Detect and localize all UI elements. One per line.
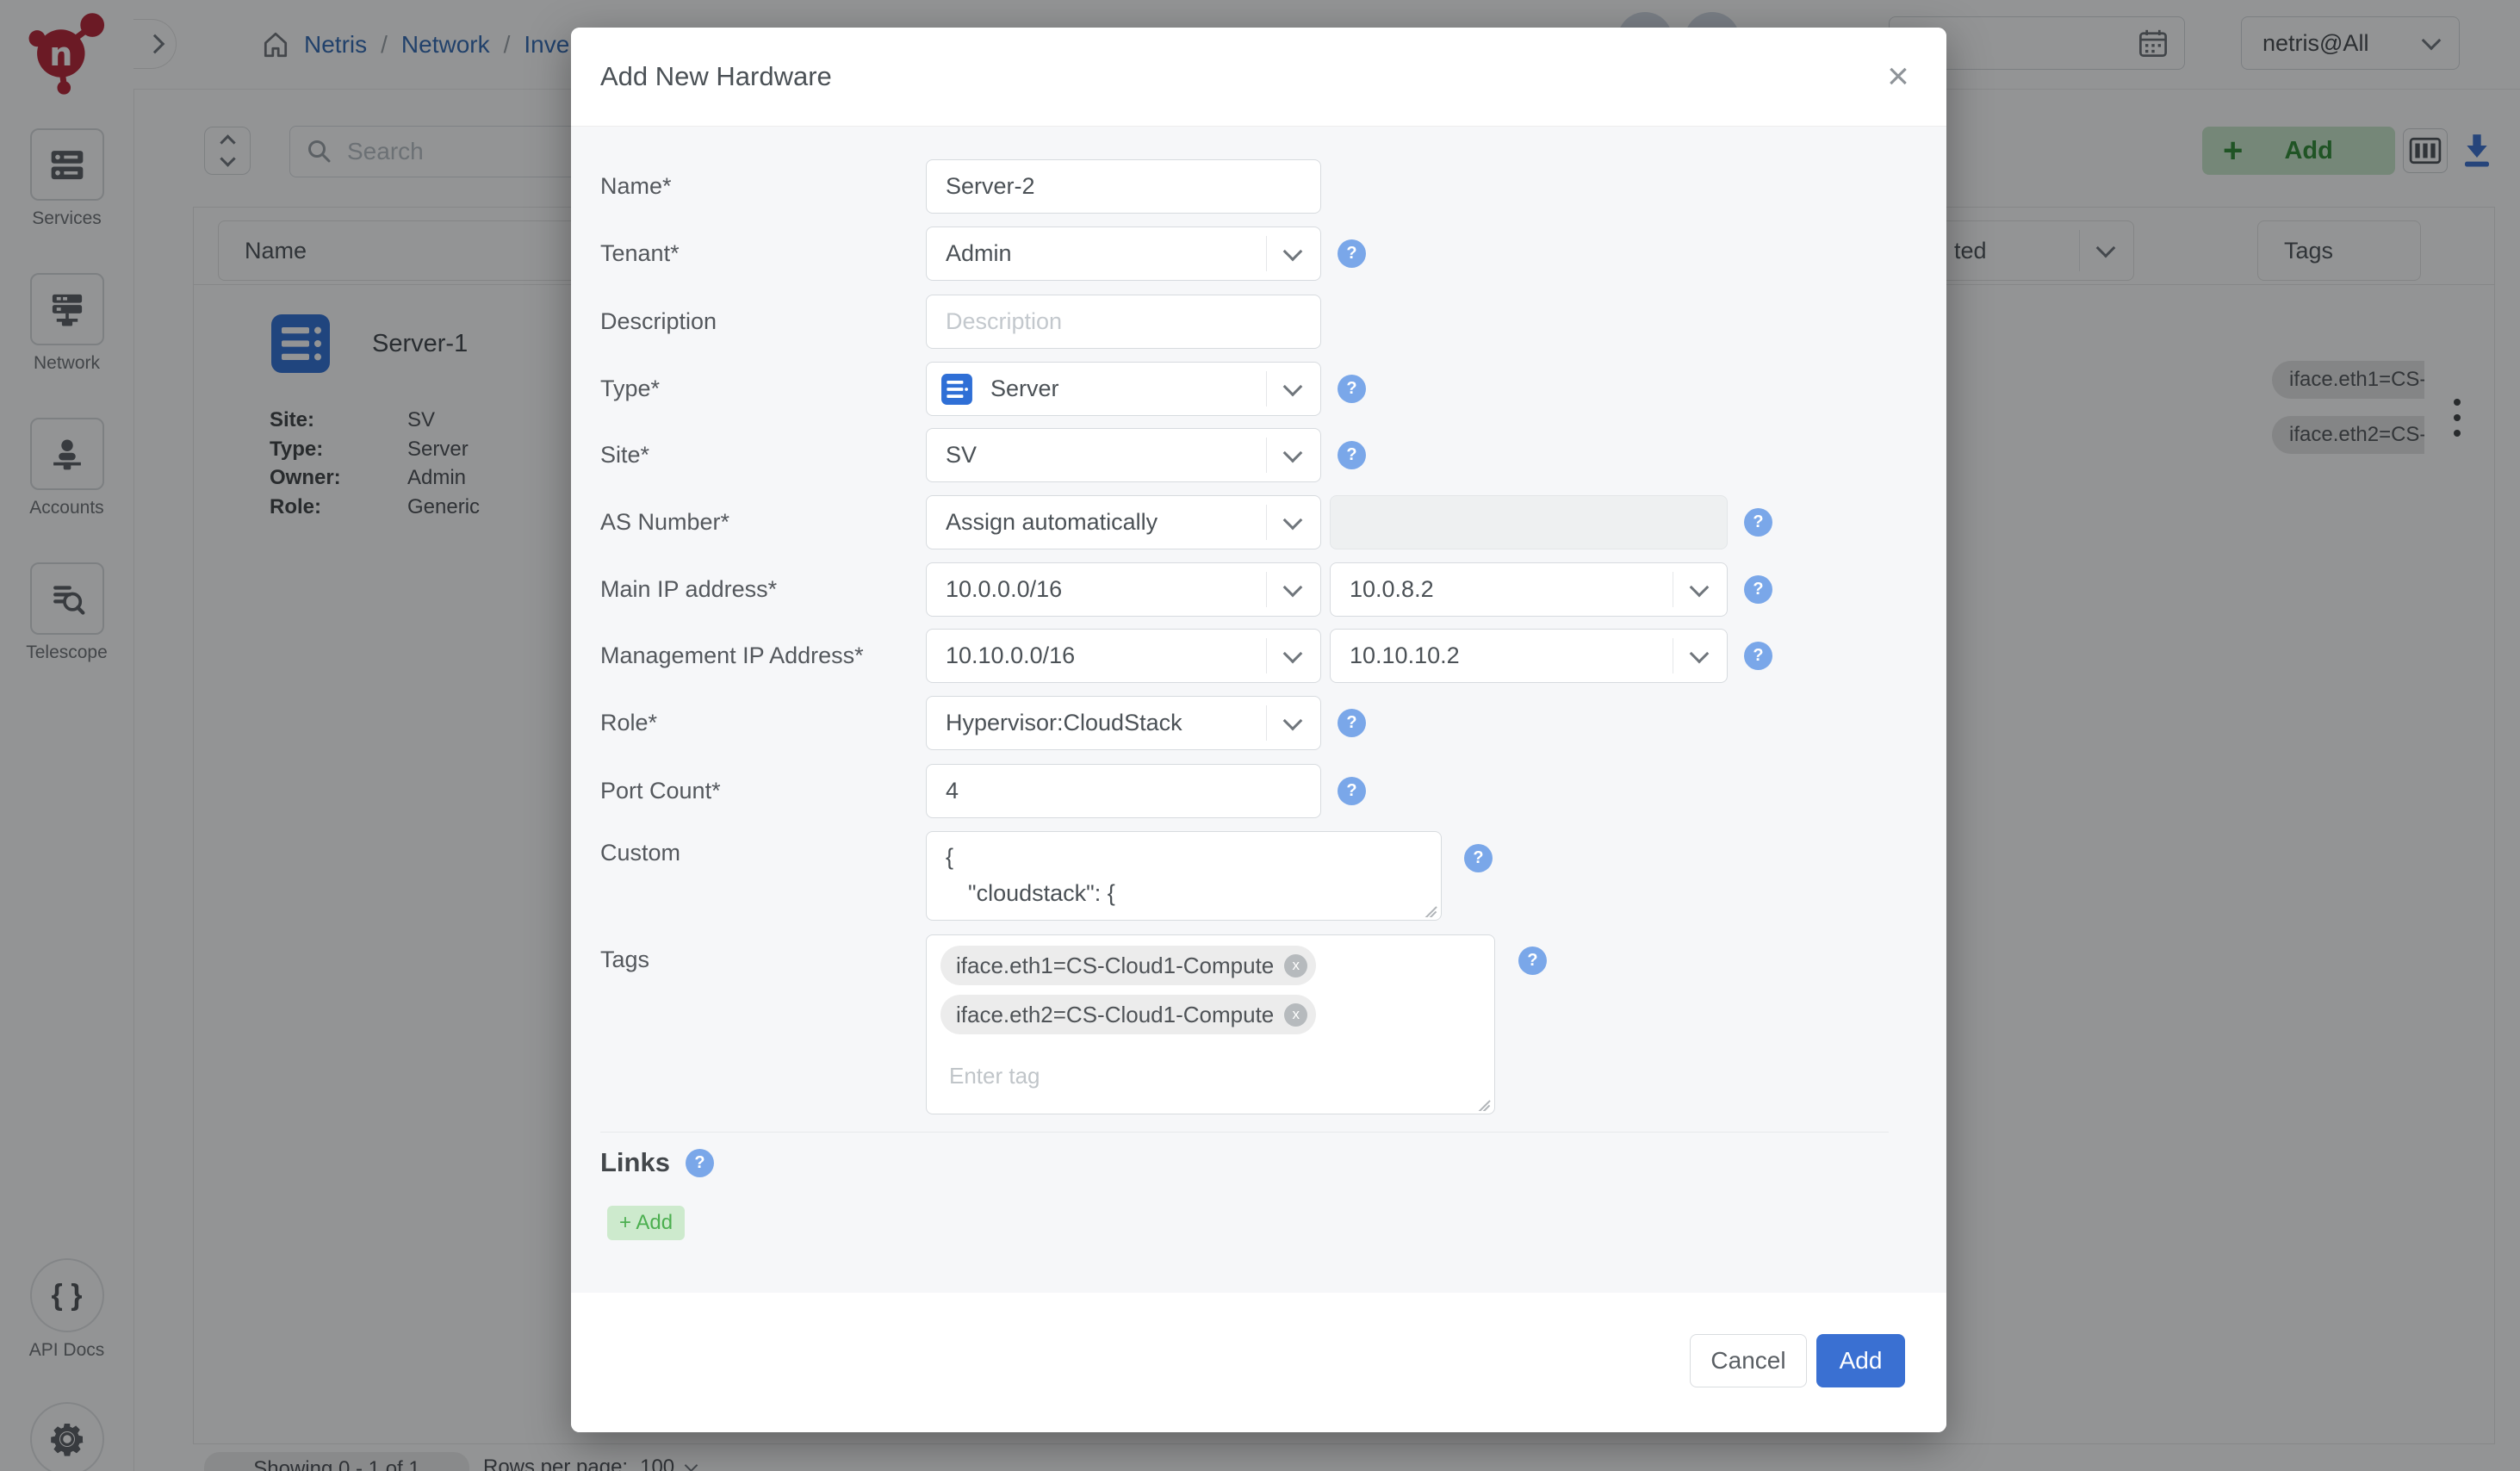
main-ip-address-select[interactable]: 10.0.8.2 [1330,562,1728,617]
field-row-as-number: AS Number* Assign automatically ? [600,495,1772,549]
field-label: Custom [600,840,926,866]
add-hardware-modal: Add New Hardware × Name* Tenant* Admin ?… [571,28,1946,1432]
role-select[interactable]: Hypervisor:CloudStack [926,696,1321,750]
chevron-down-icon [1283,643,1303,663]
help-icon[interactable]: ? [686,1149,714,1177]
help-icon[interactable]: ? [1338,709,1366,737]
field-row-tags: Tags iface.eth1=CS-Cloud1-Computex iface… [600,934,1547,1114]
tag-input-placeholder[interactable]: Enter tag [949,1063,1482,1089]
field-label: Role* [600,710,926,736]
field-row-mgmt-ip: Management IP Address* 10.10.0.0/16 10.1… [600,629,1772,683]
chevron-down-icon [1283,376,1303,396]
cancel-button[interactable]: Cancel [1690,1334,1807,1387]
help-icon[interactable]: ? [1744,642,1772,670]
modal-header: Add New Hardware × [571,28,1946,127]
field-label: Management IP Address* [600,642,926,669]
as-number-disabled-input [1330,495,1728,549]
field-row-role: Role* Hypervisor:CloudStack ? [600,696,1366,750]
field-label: Name* [600,173,926,200]
chevron-down-icon [1283,711,1303,730]
field-label: Tags [600,947,926,973]
field-label: Tenant* [600,240,926,267]
help-icon[interactable]: ? [1338,777,1366,805]
field-row-type: Type* Server ? [600,362,1366,416]
modal-title: Add New Hardware [600,28,832,126]
help-icon[interactable]: ? [1338,239,1366,268]
description-input[interactable] [926,295,1321,349]
submit-add-button[interactable]: Add [1816,1334,1905,1387]
as-number-select[interactable]: Assign automatically [926,495,1321,549]
site-select[interactable]: SV [926,428,1321,482]
server-type-icon [940,373,973,406]
resize-handle[interactable] [1476,1095,1492,1111]
chevron-down-icon [1283,577,1303,597]
chevron-down-icon [1690,577,1710,597]
chevron-down-icon [1283,241,1303,261]
field-label: Description [600,308,926,335]
field-row-tenant: Tenant* Admin ? [600,227,1366,281]
tag-chip: iface.eth2=CS-Cloud1-Computex [940,995,1316,1034]
chevron-down-icon [1283,510,1303,530]
help-icon[interactable]: ? [1338,375,1366,403]
mgmt-ip-subnet-select[interactable]: 10.10.0.0/16 [926,629,1321,683]
chevron-down-icon [1283,443,1303,462]
field-row-name: Name* [600,159,1321,214]
field-row-site: Site* SV ? [600,428,1366,482]
field-label: Main IP address* [600,576,926,603]
custom-json-textarea[interactable]: { "cloudstack": { [926,831,1442,921]
close-icon[interactable]: × [1872,28,1924,126]
help-icon[interactable]: ? [1744,508,1772,537]
app-screen: n Services [0,0,2520,1471]
help-icon[interactable]: ? [1744,575,1772,604]
tags-input-area[interactable]: iface.eth1=CS-Cloud1-Computex iface.eth2… [926,934,1495,1114]
field-row-main-ip: Main IP address* 10.0.0.0/16 10.0.8.2 ? [600,562,1772,617]
field-label: Port Count* [600,778,926,804]
remove-tag-icon[interactable]: x [1284,1003,1307,1027]
add-link-button[interactable]: + Add [607,1206,685,1240]
name-input[interactable] [926,159,1321,214]
help-icon[interactable]: ? [1338,441,1366,469]
type-select[interactable]: Server [926,362,1321,416]
resize-handle[interactable] [1423,902,1438,917]
links-section-heading: Links ? [600,1147,714,1178]
modal-footer: Cancel Add [571,1293,1946,1432]
port-count-input[interactable] [926,764,1321,818]
help-icon[interactable]: ? [1518,947,1547,975]
remove-tag-icon[interactable]: x [1284,954,1307,978]
section-divider [600,1132,1889,1133]
field-row-custom: Custom { "cloudstack": { ? [600,831,1493,921]
field-row-port-count: Port Count* ? [600,764,1366,818]
field-label: Site* [600,442,926,469]
field-label: AS Number* [600,509,926,536]
tag-chip: iface.eth1=CS-Cloud1-Computex [940,946,1316,985]
chevron-down-icon [1690,643,1710,663]
help-icon[interactable]: ? [1464,844,1493,872]
mgmt-ip-address-select[interactable]: 10.10.10.2 [1330,629,1728,683]
field-row-description: Description [600,295,1321,349]
main-ip-subnet-select[interactable]: 10.0.0.0/16 [926,562,1321,617]
field-label: Type* [600,376,926,402]
tenant-select[interactable]: Admin [926,227,1321,281]
